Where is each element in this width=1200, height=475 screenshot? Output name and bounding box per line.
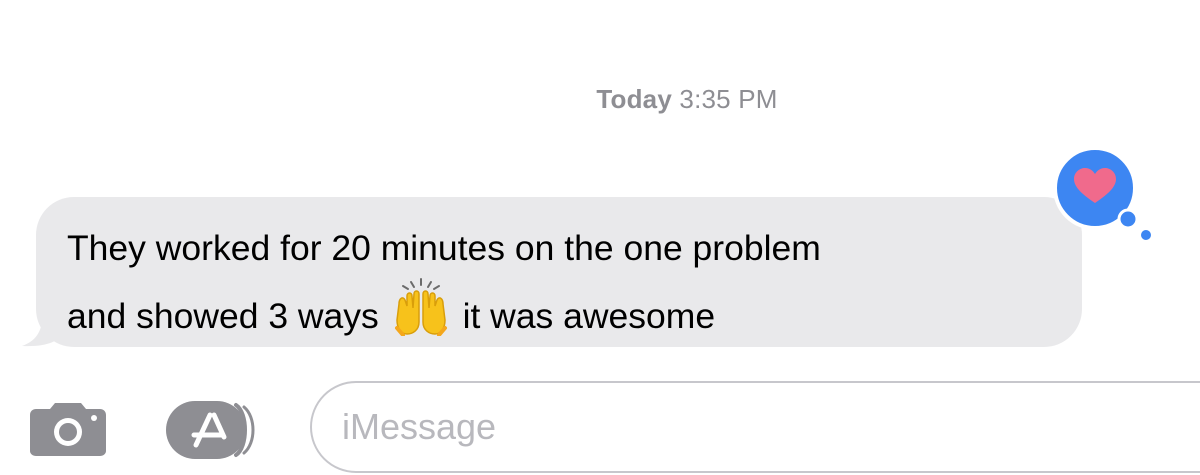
message-line-2-start: and showed 3 ways (67, 296, 379, 336)
incoming-message-bubble[interactable]: They worked for 20 minutes on the one pr… (36, 197, 1082, 347)
imessage-input-placeholder: iMessage (342, 406, 497, 447)
imessage-input[interactable]: iMessage (310, 381, 1200, 473)
raising-hands-emoji (393, 278, 449, 354)
heart-tapback-reaction[interactable] (1050, 143, 1160, 243)
timestamp-time: 3:35 PM (679, 84, 778, 114)
messages-screen: Today 3:35 PM They worked for 20 minutes… (0, 0, 1200, 475)
app-store-icon[interactable] (164, 399, 268, 461)
message-timestamp: Today 3:35 PM (0, 84, 1200, 115)
message-line-2-end: it was awesome (462, 296, 716, 336)
message-line-1: They worked for 20 minutes on the one pr… (67, 228, 821, 268)
timestamp-day: Today (596, 84, 672, 114)
camera-icon[interactable] (26, 401, 110, 457)
message-line-2: and showed 3 ways it was awesome (67, 278, 1052, 354)
